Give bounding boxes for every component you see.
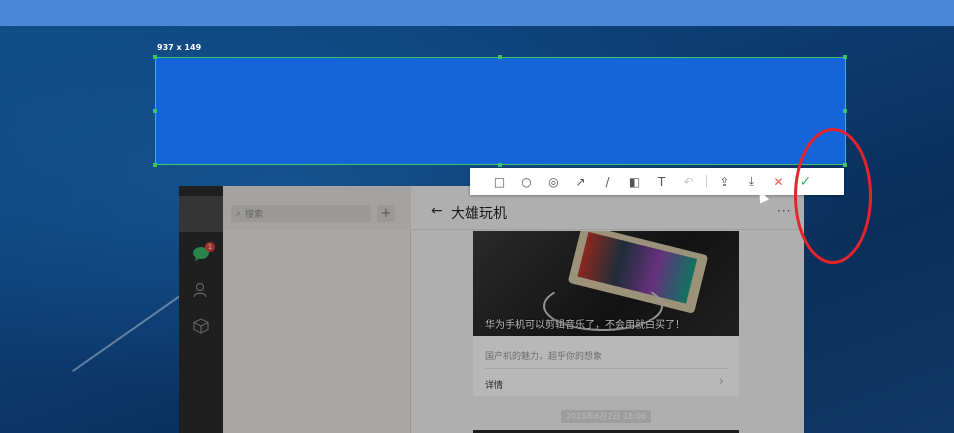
cancel-icon[interactable]: ✕ [765,168,792,195]
resize-handle-middle-right[interactable] [843,109,847,113]
rectangle-icon[interactable]: □ [486,168,513,195]
wechat-window: 1 ⌕ 搜索 + ← 大雄玩机 ··· 华为手机可以剪辑音乐了，不会用就白买了！ [179,186,804,433]
divider [485,368,727,369]
search-icon: ⌕ [236,208,242,219]
back-arrow-icon[interactable]: ← [431,203,443,219]
more-options-icon[interactable]: ··· [777,204,791,218]
conversation-list-header: ⌕ 搜索 + [223,186,411,230]
arrow-icon[interactable]: ↗ [567,168,594,195]
add-button[interactable]: + [377,205,395,222]
capture-selection-area[interactable] [155,57,846,165]
resize-handle-bottom-left[interactable] [153,163,157,167]
resize-handle-middle-left[interactable] [153,109,157,113]
chat-panel: ← 大雄玩机 ··· 华为手机可以剪辑音乐了，不会用就白买了！ 国产机的魅力，超… [411,186,804,433]
search-placeholder: 搜索 [245,210,264,220]
resize-handle-top-left[interactable] [153,55,157,59]
screenshot-toolbar: □ ○ ◎ ↗ / ◧ T ↶ ⇪ ⤓ ✕ ✓ [470,168,844,195]
message-timestamp: 2018年6月2日 18:06 [561,410,652,423]
unread-badge: 1 [205,242,215,252]
article-image: 华为手机可以剪辑音乐了，不会用就白买了！ [473,231,739,336]
toolbar-separator [706,175,707,188]
highlight-icon[interactable]: ◧ [621,168,648,195]
chevron-right-icon: › [719,374,724,388]
red-highlight-circle [794,128,872,264]
article-detail-link[interactable]: 详情 [485,378,503,391]
article-caption: 华为手机可以剪辑音乐了，不会用就白买了！ [485,320,685,331]
contacts-icon[interactable] [191,280,211,300]
search-input[interactable]: ⌕ 搜索 [231,205,371,222]
pen-icon[interactable]: / [594,168,621,195]
undo-icon[interactable]: ↶ [675,168,702,195]
avatar[interactable] [179,196,223,232]
article-card[interactable]: 华为手机可以剪辑音乐了，不会用就白买了！ 国产机的魅力，超乎你的想象 详情 › [473,231,739,396]
wechat-sidebar: 1 [179,186,223,433]
selection-size-label: 937 x 149 [157,43,202,52]
conversation-list: ⌕ 搜索 + [223,186,411,433]
chat-title: 大雄玩机 [451,206,507,222]
text-icon[interactable]: T [648,168,675,195]
cube-icon[interactable] [191,316,211,336]
mosaic-icon[interactable]: ◎ [540,168,567,195]
ellipse-icon[interactable]: ○ [513,168,540,195]
article-description: 国产机的魅力，超乎你的想象 [485,352,603,362]
top-bar [0,0,954,26]
resize-handle-top-middle[interactable] [498,55,502,59]
share-icon[interactable]: ⇪ [711,168,738,195]
resize-handle-bottom-middle[interactable] [498,163,502,167]
resize-handle-top-right[interactable] [843,55,847,59]
